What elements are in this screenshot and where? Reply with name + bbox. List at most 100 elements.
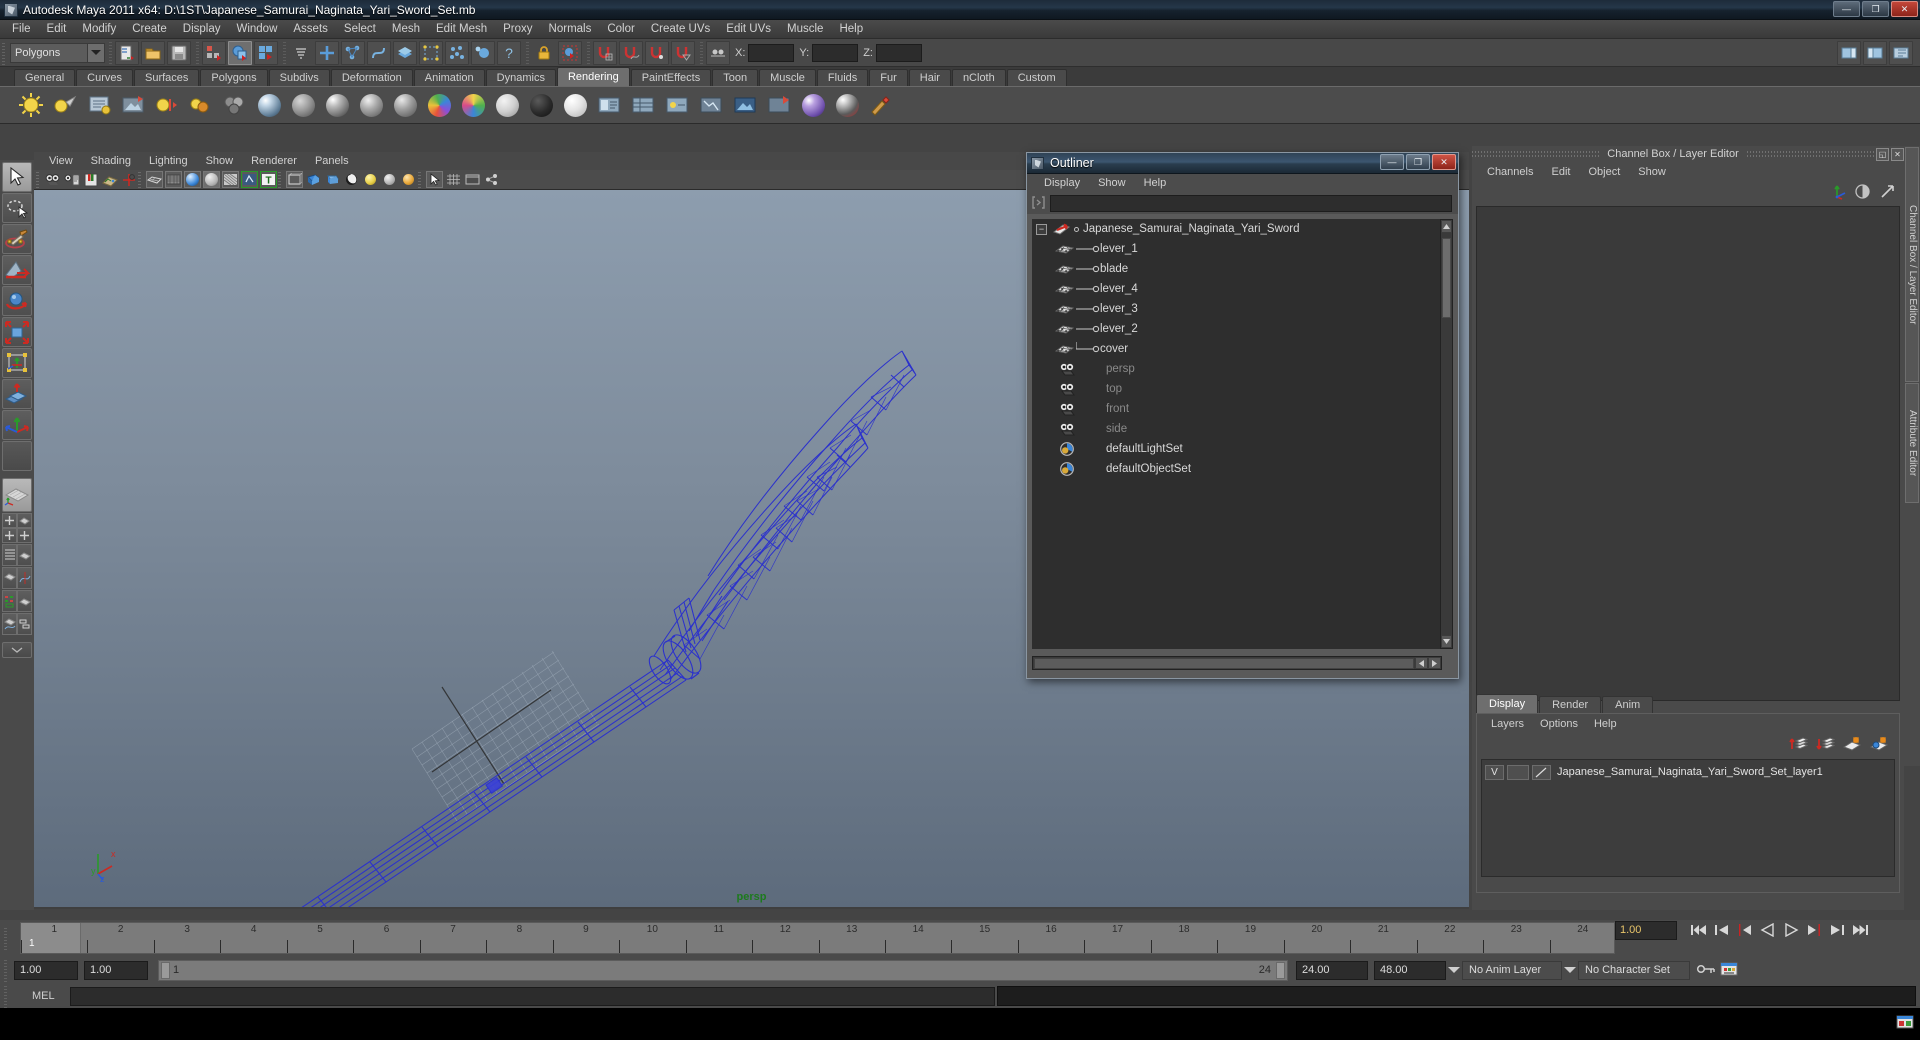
snap-to-point-button[interactable] xyxy=(645,40,669,65)
range-slider-grip[interactable] xyxy=(2,958,10,982)
scroll-up-icon[interactable] xyxy=(1441,220,1452,233)
shelf-tab-polygons[interactable]: Polygons xyxy=(200,69,268,86)
open-scene-button[interactable] xyxy=(141,40,165,65)
layer-visibility-toggle[interactable]: V xyxy=(1485,764,1504,780)
smooth-shade-all-icon[interactable] xyxy=(165,171,182,188)
channel-box-menu-object[interactable]: Object xyxy=(1579,166,1629,178)
image-plane-icon[interactable] xyxy=(730,90,760,120)
y-coord-field[interactable] xyxy=(812,43,859,62)
layout-hypergraph-persp-button[interactable] xyxy=(2,613,32,635)
collapse-toggle-icon[interactable]: − xyxy=(1036,223,1047,235)
paint-select-tool-button[interactable] xyxy=(2,224,32,254)
menu-mesh[interactable]: Mesh xyxy=(384,20,428,39)
new-layer-from-selected-icon[interactable] xyxy=(1869,735,1889,756)
rotate-tool-button[interactable] xyxy=(2,286,32,316)
step-back-key-icon[interactable] xyxy=(1735,920,1755,940)
light-linking-icon[interactable] xyxy=(662,90,692,120)
show-hide-sidebar-button[interactable] xyxy=(1837,40,1861,65)
scroll-down-icon[interactable] xyxy=(1441,635,1452,648)
select-by-hierarchy-button[interactable] xyxy=(202,40,226,65)
render-settings-icon[interactable] xyxy=(84,90,114,120)
render-globals-icon[interactable] xyxy=(696,90,726,120)
select-by-component-type-button[interactable] xyxy=(254,40,278,65)
panel-drag-handle[interactable] xyxy=(1746,149,1874,159)
go-to-start-icon[interactable] xyxy=(1689,920,1709,940)
select-tool-button[interactable] xyxy=(2,162,32,192)
viewport-menu-renderer[interactable]: Renderer xyxy=(242,155,306,167)
layout-dope-sheet-persp-button[interactable] xyxy=(2,590,32,612)
shelf-tab-animation[interactable]: Animation xyxy=(413,69,485,86)
side-tab-attribute-editor[interactable]: Attribute Editor xyxy=(1905,383,1919,503)
shelf-tab-subdivs[interactable]: Subdivs xyxy=(268,69,330,86)
side-tab-channel-box[interactable]: Channel Box / Layer Editor xyxy=(1905,147,1919,382)
layer-list[interactable]: V Japanese_Samurai_Naginata_Yari_Sword_S… xyxy=(1481,759,1895,877)
outliner-menu-show[interactable]: Show xyxy=(1089,177,1135,189)
animation-end-time-field[interactable]: 48.00 xyxy=(1374,960,1446,980)
layer-tab-anim[interactable]: Anim xyxy=(1602,696,1654,713)
range-start-handle[interactable] xyxy=(161,961,170,979)
menu-edit-uvs[interactable]: Edit UVs xyxy=(718,20,779,39)
menu-set-selector[interactable]: Polygons xyxy=(10,42,105,63)
panel-restore-button[interactable]: ◱ xyxy=(1876,147,1889,161)
selection-highlight-button[interactable] xyxy=(558,40,582,65)
mask-surfaces-button[interactable] xyxy=(393,40,417,65)
search-filter-icon[interactable] xyxy=(1031,195,1047,211)
universal-manipulator-button[interactable] xyxy=(2,348,32,378)
phonge-material-icon[interactable] xyxy=(356,90,386,120)
x-coord-field[interactable] xyxy=(748,43,795,62)
status-line-grip[interactable] xyxy=(0,40,8,65)
snap-to-curve-button[interactable] xyxy=(619,40,643,65)
menu-create-uvs[interactable]: Create UVs xyxy=(643,20,718,39)
mask-deformations-button[interactable] xyxy=(419,40,443,65)
chevron-down-icon[interactable] xyxy=(1562,961,1578,979)
outliner-row-child[interactable]: lever_2 xyxy=(1032,319,1442,339)
component-mask-collapse-icon[interactable] xyxy=(289,41,313,65)
range-slider-bar[interactable]: 1 24 xyxy=(158,959,1288,981)
layer-tab-display[interactable]: Display xyxy=(1476,694,1539,713)
select-by-object-type-button[interactable] xyxy=(228,40,252,65)
ipr-render-icon[interactable] xyxy=(50,90,80,120)
outliner-row-child[interactable]: lever_1 xyxy=(1032,239,1442,259)
grid-toggle-icon[interactable] xyxy=(445,171,462,188)
paint-texture-icon[interactable] xyxy=(866,90,896,120)
mask-dynamics-button[interactable] xyxy=(445,40,469,65)
shelf-tab-general[interactable]: General xyxy=(14,69,76,86)
shelf-tab-curves[interactable]: Curves xyxy=(76,69,133,86)
play-backwards-icon[interactable] xyxy=(1758,920,1778,940)
outliner-row-child[interactable]: lever_3 xyxy=(1032,299,1442,319)
light-grey-icon[interactable] xyxy=(381,171,398,188)
anim-layer-selector[interactable]: No Anim Layer xyxy=(1462,960,1562,980)
blinn-material-icon[interactable] xyxy=(254,90,284,120)
use-background-shader-icon[interactable] xyxy=(526,90,556,120)
outliner-row-camera[interactable]: side xyxy=(1032,419,1442,439)
bookmark-icon[interactable] xyxy=(82,171,99,188)
select-camera-icon[interactable] xyxy=(44,171,61,188)
hypershade-icon[interactable] xyxy=(220,90,250,120)
window-close-button[interactable]: ✕ xyxy=(1891,1,1918,17)
surface-shader-icon[interactable] xyxy=(492,90,522,120)
menu-create[interactable]: Create xyxy=(124,20,175,39)
layout-four-view-button[interactable] xyxy=(2,513,32,543)
shelf-tab-ncloth[interactable]: nCloth xyxy=(951,69,1006,86)
scrollbar-thumb[interactable] xyxy=(1034,657,1414,669)
ramp-shader-icon[interactable] xyxy=(458,90,488,120)
display-normals-icon[interactable] xyxy=(305,171,322,188)
layer-menu-layers[interactable]: Layers xyxy=(1483,718,1532,730)
wireframe-shading-icon[interactable] xyxy=(146,171,163,188)
outliner-row-camera[interactable]: top xyxy=(1032,379,1442,399)
key-icon[interactable] xyxy=(1696,962,1716,979)
lock-icon[interactable] xyxy=(532,41,556,65)
phong-material-icon[interactable] xyxy=(322,90,352,120)
range-start-time-field[interactable]: 1.00 xyxy=(84,960,148,980)
light-yellow-icon[interactable] xyxy=(362,171,379,188)
render-current-frame-icon[interactable] xyxy=(16,90,46,120)
render-sequence-icon[interactable] xyxy=(152,90,182,120)
animation-start-time-field[interactable]: 1.00 xyxy=(14,960,78,980)
auto-keyframe-icon[interactable] xyxy=(1720,961,1738,980)
menu-edit[interactable]: Edit xyxy=(39,20,75,39)
share-view-icon[interactable] xyxy=(483,171,500,188)
camera-attributes-icon[interactable] xyxy=(764,90,794,120)
arrow-up-right-icon[interactable] xyxy=(1879,183,1896,203)
new-scene-button[interactable] xyxy=(115,40,139,65)
show-manipulator-tool-button[interactable] xyxy=(2,410,32,440)
